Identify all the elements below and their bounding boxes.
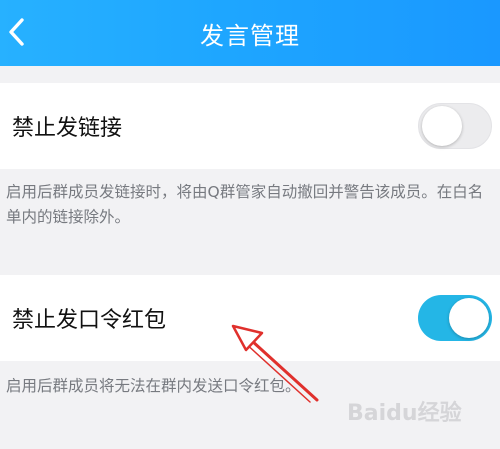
annotation-arrow (231, 324, 319, 403)
baidu-jingyan-watermark: Baidu经验 (347, 400, 462, 426)
svg-text:Baidu经验: Baidu经验 (347, 400, 462, 426)
